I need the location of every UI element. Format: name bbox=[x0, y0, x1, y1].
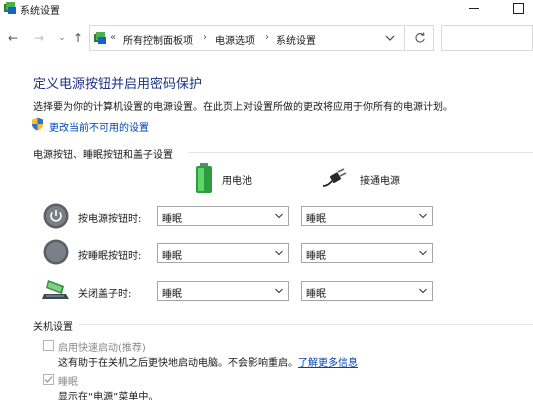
chevron-down-icon bbox=[419, 250, 427, 256]
breadcrumb-power-options[interactable]: 电源选项 bbox=[215, 32, 255, 47]
fast-startup-description-text: 这有助于在关机之后更快地启动电脑。不会影响重启。 bbox=[58, 358, 298, 369]
breadcrumb-overflow[interactable]: « bbox=[110, 32, 116, 43]
power-buttons-section-heading: 电源按钮、睡眠按钮和盖子设置 bbox=[33, 150, 173, 161]
breadcrumb-all-items[interactable]: 所有控制面板项 bbox=[123, 32, 193, 47]
sleep-button-battery-select[interactable]: 睡眠 bbox=[157, 243, 289, 263]
maximize-button[interactable] bbox=[507, 0, 529, 17]
section-divider bbox=[79, 324, 533, 325]
window-title: 系统设置 bbox=[20, 6, 60, 17]
uac-shield-icon bbox=[32, 117, 43, 131]
fast-startup-checkbox[interactable] bbox=[43, 340, 54, 351]
chevron-down-icon bbox=[419, 288, 427, 294]
forward-button[interactable]: → bbox=[32, 30, 46, 46]
sleep-button-icon bbox=[43, 239, 69, 265]
search-input[interactable] bbox=[441, 25, 533, 51]
select-value: 睡眠 bbox=[162, 214, 182, 225]
checkmark-icon bbox=[44, 376, 53, 383]
on-battery-column-header: 用电池 bbox=[222, 176, 252, 187]
minimize-button[interactable] bbox=[463, 0, 485, 17]
fast-startup-label: 启用快速启动(推荐) bbox=[58, 343, 146, 354]
battery-icon bbox=[196, 163, 212, 193]
sleep-label: 睡眠 bbox=[58, 377, 78, 388]
power-button-label: 按电源按钮时: bbox=[78, 214, 142, 225]
system-settings-window: 系统设置 ← → ⌄ ↑ « 所有控制面板项 › 电源选项 › 系统设置 定义电… bbox=[0, 0, 533, 400]
up-button[interactable]: ↑ bbox=[71, 30, 85, 46]
breadcrumb-system-settings[interactable]: 系统设置 bbox=[276, 32, 316, 47]
section-divider bbox=[188, 152, 533, 153]
address-bar[interactable]: « 所有控制面板项 › 电源选项 › 系统设置 bbox=[89, 25, 405, 51]
page-title: 定义电源按钮并启用密码保护 bbox=[33, 77, 203, 92]
sleep-checkbox[interactable] bbox=[43, 374, 54, 385]
power-button-battery-select[interactable]: 睡眠 bbox=[157, 206, 289, 226]
chevron-down-icon bbox=[275, 213, 283, 219]
refresh-button[interactable] bbox=[406, 25, 434, 51]
breadcrumb-separator[interactable]: › bbox=[203, 32, 207, 43]
sleep-button-plugged-select[interactable]: 睡眠 bbox=[301, 243, 433, 263]
control-panel-icon bbox=[94, 32, 106, 44]
laptop-lid-icon bbox=[42, 280, 69, 299]
select-value: 睡眠 bbox=[306, 289, 326, 300]
plugged-in-column-header: 接通电源 bbox=[360, 176, 400, 187]
page-description: 选择要为你的计算机设置的电源设置。在此页上对设置所做的更改将应用于你所有的电源计… bbox=[33, 102, 453, 113]
close-lid-label: 关闭盖子时: bbox=[78, 289, 132, 300]
select-value: 睡眠 bbox=[162, 251, 182, 262]
select-value: 睡眠 bbox=[306, 251, 326, 262]
change-unavailable-settings-link[interactable]: 更改当前不可用的设置 bbox=[49, 119, 149, 134]
recent-locations-dropdown[interactable]: ⌄ bbox=[55, 30, 69, 46]
sleep-description: 显示在“电源”菜单中。 bbox=[58, 392, 159, 400]
back-button[interactable]: ← bbox=[6, 30, 20, 46]
breadcrumb-separator[interactable]: › bbox=[265, 32, 269, 43]
close-lid-battery-select[interactable]: 睡眠 bbox=[157, 281, 289, 301]
select-value: 睡眠 bbox=[306, 214, 326, 225]
chevron-down-icon bbox=[419, 213, 427, 219]
refresh-icon bbox=[415, 32, 425, 43]
fast-startup-description: 这有助于在关机之后更快地启动电脑。不会影响重启。了解更多信息 bbox=[58, 354, 358, 369]
control-panel-icon bbox=[4, 2, 16, 14]
select-value: 睡眠 bbox=[162, 289, 182, 300]
title-bar: 系统设置 bbox=[0, 0, 533, 17]
sleep-button-label: 按睡眠按钮时: bbox=[78, 251, 142, 262]
shutdown-section-heading: 关机设置 bbox=[33, 322, 73, 333]
learn-more-link[interactable]: 了解更多信息 bbox=[298, 358, 358, 369]
power-button-plugged-select[interactable]: 睡眠 bbox=[301, 206, 433, 226]
close-lid-plugged-select[interactable]: 睡眠 bbox=[301, 281, 433, 301]
power-button-icon bbox=[43, 203, 69, 229]
power-plug-icon bbox=[322, 168, 347, 187]
chevron-down-icon bbox=[275, 288, 283, 294]
chevron-down-icon bbox=[275, 250, 283, 256]
chevron-down-icon[interactable] bbox=[383, 31, 397, 45]
